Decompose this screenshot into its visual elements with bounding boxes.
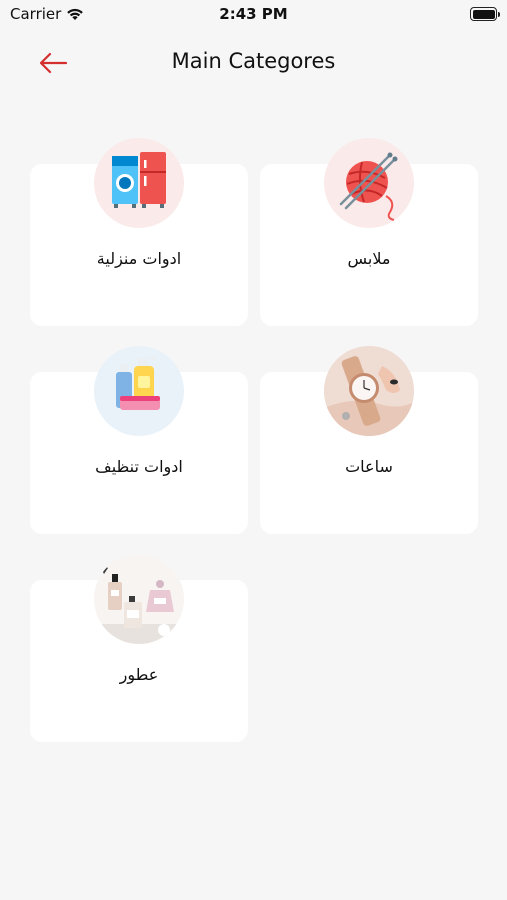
cleaning-products-icon[interactable]: [94, 346, 184, 436]
status-time: 2:43 PM: [219, 5, 288, 23]
watch-photo[interactable]: [324, 346, 414, 436]
perfume-photo[interactable]: [94, 554, 184, 644]
category-label: ساعات: [345, 457, 393, 476]
status-bar: Carrier 2:43 PM: [0, 0, 507, 28]
yarn-ball-icon[interactable]: [324, 138, 414, 228]
category-label: ملابس: [347, 249, 391, 268]
header: Main Categores: [0, 36, 507, 90]
battery-icon: [470, 7, 500, 21]
category-label: ادوات تنظيف: [95, 457, 183, 476]
appliances-icon[interactable]: [94, 138, 184, 228]
category-label: عطور: [119, 665, 159, 684]
page-title: Main Categores: [171, 49, 336, 73]
category-label: ادوات منزلية: [96, 249, 182, 268]
